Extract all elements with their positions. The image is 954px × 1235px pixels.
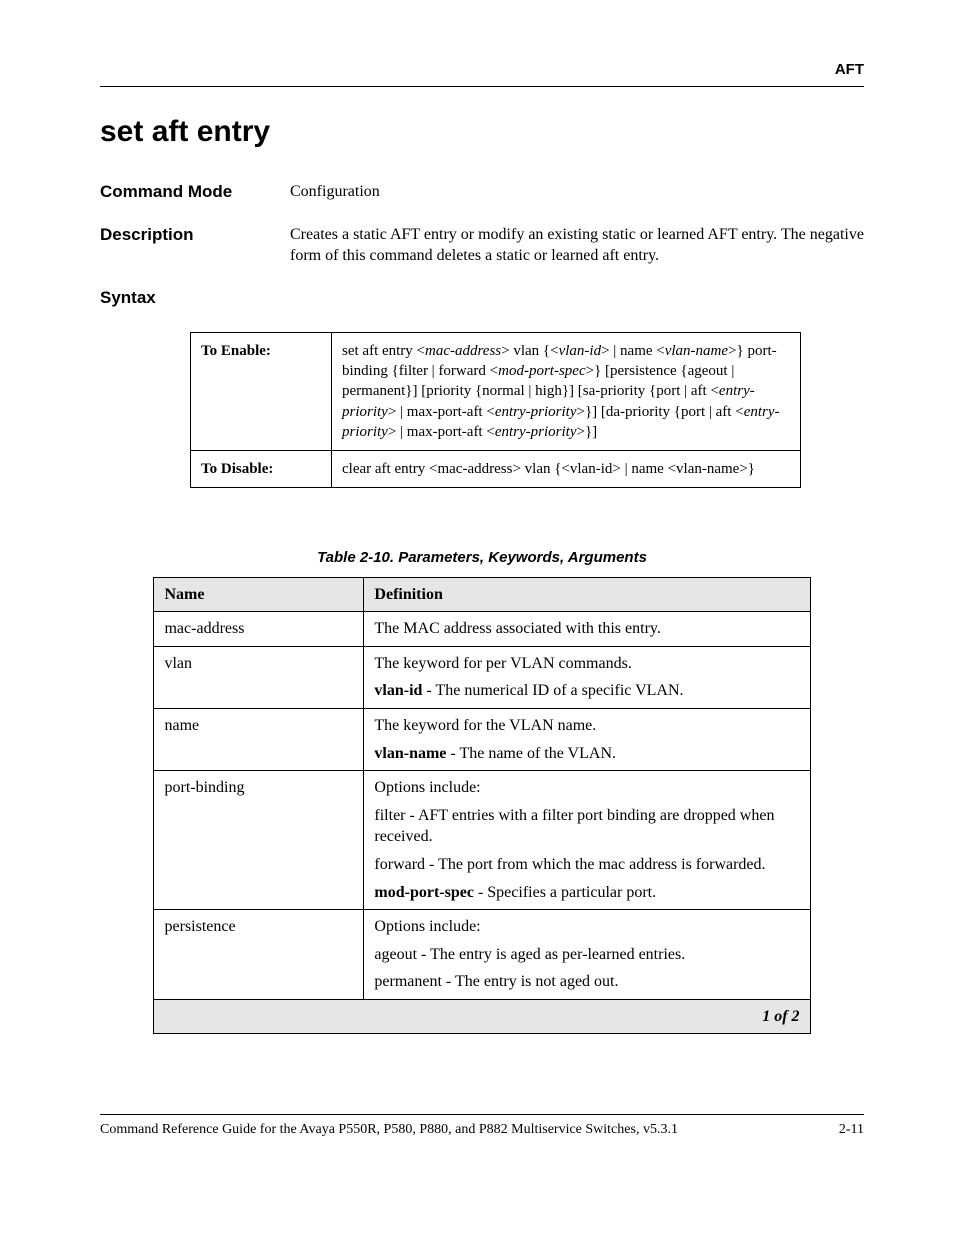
param-name: vlan [154, 646, 364, 708]
table-row: nameThe keyword for the VLAN name.vlan-n… [154, 708, 810, 770]
syntax-enable-row: To Enable: set aft entry <mac-address> v… [191, 332, 801, 450]
header-rule [100, 86, 864, 87]
syntax-disable-label: To Disable: [191, 451, 332, 488]
command-mode-row: Command Mode Configuration [100, 181, 864, 204]
page-title: set aft entry [100, 112, 864, 153]
param-table-pager: 1 of 2 [154, 999, 810, 1034]
syntax-disable-row: To Disable: clear aft entry <mac-address… [191, 451, 801, 488]
description-row: Description Creates a static AFT entry o… [100, 224, 864, 267]
param-definition: Options include:filter - AFT entries wit… [364, 771, 810, 910]
param-table-caption: Table 2-10. Parameters, Keywords, Argume… [100, 548, 864, 568]
footer-right: 2-11 [839, 1121, 864, 1140]
param-definition: The keyword for per VLAN commands.vlan-i… [364, 646, 810, 708]
param-definition: Options include:ageout - The entry is ag… [364, 910, 810, 1000]
footer-rule [100, 1114, 864, 1115]
description-label: Description [100, 224, 290, 267]
param-table-head-def: Definition [364, 577, 810, 612]
syntax-enable-value: set aft entry <mac-address> vlan {<vlan-… [332, 332, 801, 450]
param-definition: The MAC address associated with this ent… [364, 612, 810, 647]
param-name: port-binding [154, 771, 364, 910]
command-mode-label: Command Mode [100, 181, 290, 204]
table-row: persistenceOptions include:ageout - The … [154, 910, 810, 1000]
param-table: Name Definition mac-addressThe MAC addre… [153, 577, 810, 1035]
param-name: persistence [154, 910, 364, 1000]
param-name: name [154, 708, 364, 770]
footer-left: Command Reference Guide for the Avaya P5… [100, 1121, 678, 1140]
description-value: Creates a static AFT entry or modify an … [290, 224, 864, 267]
syntax-heading: Syntax [100, 287, 864, 310]
syntax-enable-label: To Enable: [191, 332, 332, 450]
syntax-disable-value: clear aft entry <mac-address> vlan {<vla… [332, 451, 801, 488]
section-header: AFT [100, 60, 864, 80]
page-footer: Command Reference Guide for the Avaya P5… [100, 1121, 864, 1140]
syntax-table: To Enable: set aft entry <mac-address> v… [190, 332, 801, 489]
table-row: mac-addressThe MAC address associated wi… [154, 612, 810, 647]
param-table-head-name: Name [154, 577, 364, 612]
command-mode-value: Configuration [290, 181, 864, 204]
table-row: vlanThe keyword for per VLAN commands.vl… [154, 646, 810, 708]
param-name: mac-address [154, 612, 364, 647]
table-row: port-bindingOptions include:filter - AFT… [154, 771, 810, 910]
param-definition: The keyword for the VLAN name.vlan-name … [364, 708, 810, 770]
